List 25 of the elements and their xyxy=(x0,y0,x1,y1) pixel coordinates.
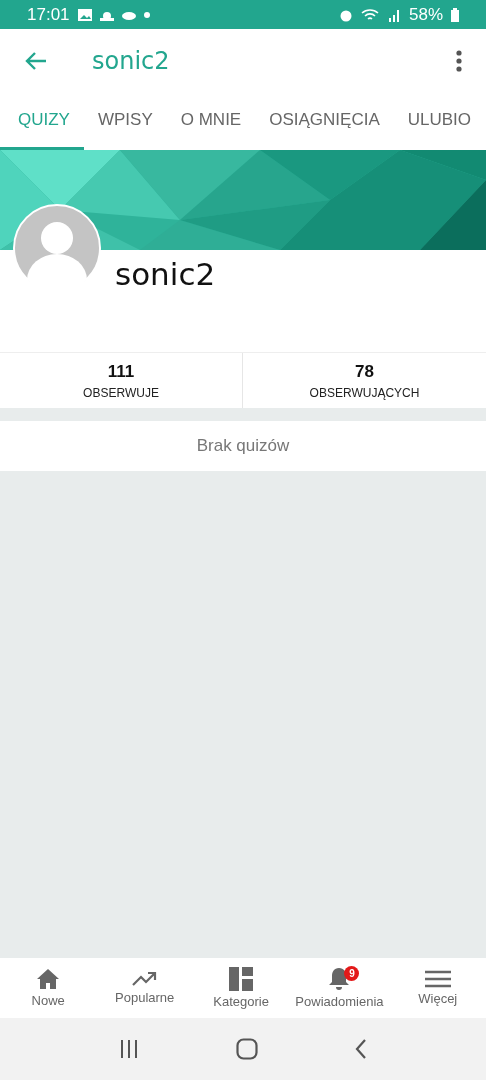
recent-apps-icon xyxy=(118,1040,139,1058)
trending-icon xyxy=(131,971,158,987)
home-icon xyxy=(36,968,61,990)
dot-icon xyxy=(143,11,150,18)
bell-icon xyxy=(328,967,351,991)
stat-label: OBSERWUJE xyxy=(83,385,159,400)
profile-name: sonic2 xyxy=(115,256,216,294)
menu-icon xyxy=(424,970,451,988)
back-arrow-icon xyxy=(24,50,48,71)
grid-icon xyxy=(229,967,254,991)
more-options-icon xyxy=(456,49,462,72)
signal-icon xyxy=(386,7,401,22)
notification-badge: 9 xyxy=(344,966,360,981)
stat-label: OBSERWUJĄCYCH xyxy=(309,385,420,400)
stat-count: 111 xyxy=(107,361,135,382)
home-nav-icon xyxy=(236,1038,258,1060)
app-bar-title: sonic2 xyxy=(92,46,170,75)
image-icon xyxy=(77,8,92,21)
battery-level: 58% xyxy=(408,4,443,25)
wifi-icon xyxy=(360,7,379,22)
battery-icon xyxy=(451,7,459,22)
stat-count: 78 xyxy=(355,361,374,382)
status-time: 17:01 xyxy=(27,4,70,25)
back-nav-icon xyxy=(355,1039,368,1059)
empty-message: Brak quizów xyxy=(196,436,290,456)
